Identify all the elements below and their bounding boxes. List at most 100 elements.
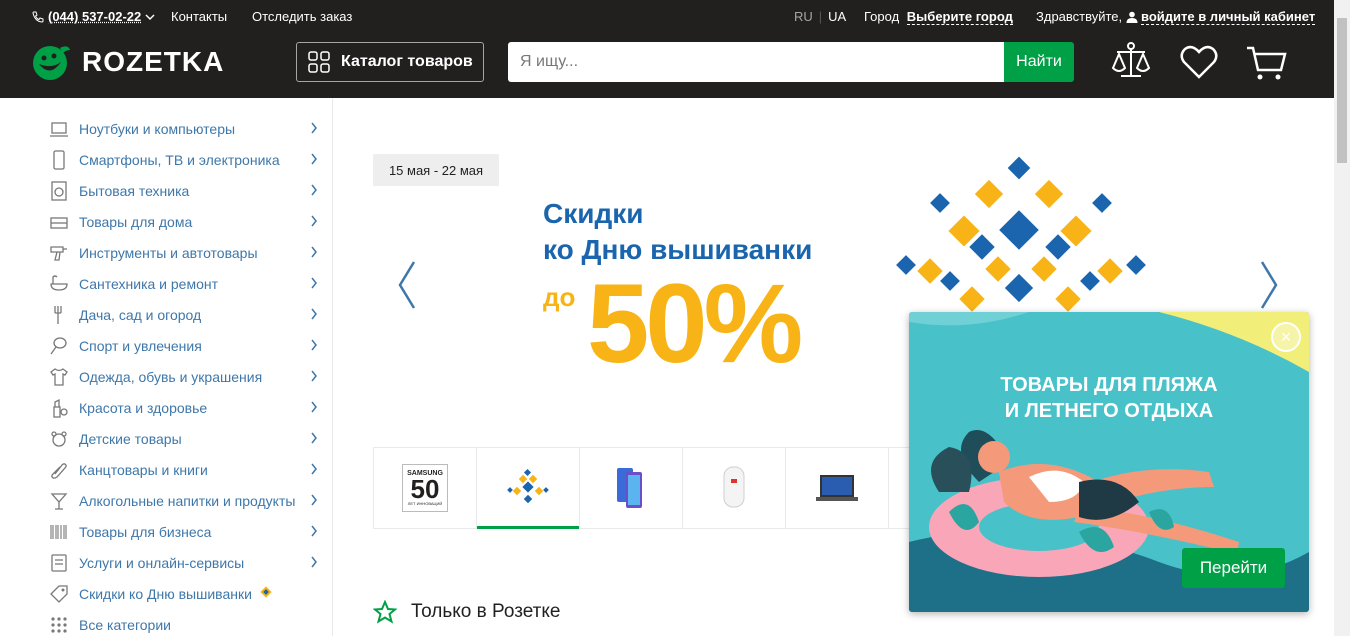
- popup-go-button[interactable]: Перейти: [1182, 548, 1285, 588]
- drill-icon: [48, 242, 70, 264]
- user-icon: [1126, 11, 1138, 23]
- chevron-right-icon: [310, 555, 318, 571]
- sidebar-item[interactable]: Детские товары: [48, 423, 328, 454]
- sidebar-item[interactable]: Смартфоны, ТВ и электроника: [48, 144, 328, 175]
- sidebar-item[interactable]: Одежда, обувь и украшения: [48, 361, 328, 392]
- samsung-50: 50: [410, 474, 440, 504]
- sidebar-item[interactable]: Товары для дома: [48, 206, 328, 237]
- grid-icon: [48, 614, 70, 636]
- contacts-link[interactable]: Контакты: [171, 9, 227, 24]
- thumb-laptop[interactable]: [786, 448, 889, 528]
- popup-title-line1: ТОВАРЫ ДЛЯ ПЛЯЖА: [1000, 374, 1218, 396]
- embroidery-ornament-icon: [896, 156, 1146, 312]
- banner-prev-arrow-icon[interactable]: [396, 260, 418, 310]
- laptop-icon: [48, 118, 70, 140]
- thumb-samsung[interactable]: SAMSUNG 50 ЛЕТ ИННОВАЦИЙ: [374, 448, 477, 528]
- embroidery-badge-icon: [258, 584, 274, 603]
- chevron-right-icon: [310, 400, 318, 416]
- chevron-right-icon: [310, 431, 318, 447]
- cart-icon[interactable]: [1245, 40, 1289, 84]
- sidebar-item-label: Дача, сад и огород: [79, 306, 202, 323]
- laptop-thumb-icon: [816, 475, 858, 501]
- banner-prefix: до: [543, 282, 576, 312]
- phone-icon: [32, 11, 44, 23]
- sidebar-item[interactable]: Бытовая техника: [48, 175, 328, 206]
- sidebar-item[interactable]: Ноутбуки и компьютеры: [48, 113, 328, 144]
- chevron-down-icon: [145, 13, 155, 20]
- sidebar-item-label: Инструменты и автотовары: [79, 244, 258, 261]
- bathtub-icon: [48, 273, 70, 295]
- lang-ru[interactable]: RU: [794, 9, 813, 24]
- rozetka-smile-logo-icon: [33, 46, 70, 80]
- category-sidebar: Ноутбуки и компьютеры Смартфоны, ТВ и эле…: [0, 98, 333, 636]
- sidebar-item-label: Канцтовары и книги: [79, 461, 208, 478]
- banner-title: Скидки ко Дню вышиванки: [543, 196, 812, 268]
- sidebar-item[interactable]: Красота и здоровье: [48, 392, 328, 423]
- only-title: Только в Розетке: [411, 601, 561, 622]
- chevron-right-icon: [310, 462, 318, 478]
- chevron-right-icon: [310, 524, 318, 540]
- only-in-rozetka-section: Только в Розетке: [373, 600, 560, 624]
- scrollbar-thumb[interactable]: [1337, 18, 1347, 163]
- paperclip-icon: [48, 459, 70, 481]
- chevron-right-icon: [310, 276, 318, 292]
- beach-promo-popup[interactable]: ТОВАРЫ ДЛЯ ПЛЯЖА И ЛЕТНЕГО ОТДЫХА × Пере…: [909, 312, 1309, 612]
- sidebar-item[interactable]: Все категории: [48, 609, 328, 640]
- topbar: (044) 537-02-22 Контакты Отследить заказ…: [0, 0, 1334, 32]
- sidebar-item-label: Красота и здоровье: [79, 399, 208, 416]
- banner-next-arrow-icon[interactable]: [1258, 260, 1280, 310]
- header: (044) 537-02-22 Контакты Отследить заказ…: [0, 0, 1334, 98]
- sidebar-item[interactable]: Инструменты и автотовары: [48, 237, 328, 268]
- cosmetics-icon: [48, 397, 70, 419]
- sidebar-item-label: Все категории: [79, 616, 171, 633]
- compare-scales-icon[interactable]: [1109, 40, 1153, 84]
- barcode-icon: [48, 521, 70, 543]
- thumb-phones[interactable]: [580, 448, 683, 528]
- login-link[interactable]: войдите в личный кабинет: [1126, 9, 1316, 25]
- sidebar-item-label: Смартфоны, ТВ и электроника: [79, 151, 280, 168]
- lang-ua[interactable]: UA: [828, 9, 846, 24]
- chevron-right-icon: [310, 369, 318, 385]
- search-input[interactable]: [508, 42, 1004, 82]
- search-button[interactable]: Найти: [1004, 42, 1074, 82]
- heart-wishlist-icon[interactable]: [1177, 40, 1221, 84]
- cocktail-icon: [48, 490, 70, 512]
- popup-close-button[interactable]: ×: [1271, 322, 1301, 352]
- city-select-link[interactable]: Выберите город: [906, 9, 1013, 25]
- sidebar-item[interactable]: Товары для бизнеса: [48, 516, 328, 547]
- banner-percent: 50%: [587, 261, 803, 386]
- catalog-button[interactable]: Каталог товаров: [296, 42, 484, 82]
- banner-title-line1: Скидки: [543, 198, 644, 229]
- sidebar-item[interactable]: Сантехника и ремонт: [48, 268, 328, 299]
- logo-text: ROZETKA: [82, 46, 225, 77]
- sidebar-item[interactable]: Алкогольные напитки и продукты: [48, 485, 328, 516]
- sidebar-item-label: Услуги и онлайн-сервисы: [79, 554, 245, 571]
- track-order-link[interactable]: Отследить заказ: [252, 9, 352, 24]
- grid-icon: [308, 51, 330, 73]
- phone-link[interactable]: (044) 537-02-22: [32, 9, 155, 24]
- sidebar-item-label: Скидки ко Дню вышиванки: [79, 585, 252, 602]
- services-icon: [48, 552, 70, 574]
- sidebar-item[interactable]: Спорт и увлечения: [48, 330, 328, 361]
- sidebar-item[interactable]: Канцтовары и книги: [48, 454, 328, 485]
- rozetka-logo[interactable]: ROZETKA: [30, 42, 224, 82]
- sidebar-item[interactable]: Дача, сад и огород: [48, 299, 328, 330]
- washing-machine-icon: [48, 180, 70, 202]
- city-label: Город: [864, 9, 900, 24]
- furniture-icon: [48, 211, 70, 233]
- thumb-boiler[interactable]: [683, 448, 786, 528]
- garden-fork-icon: [48, 304, 70, 326]
- sidebar-item[interactable]: Услуги и онлайн-сервисы: [48, 547, 328, 578]
- sidebar-item[interactable]: Скидки ко Дню вышиванки: [48, 578, 328, 609]
- samsung-sub: ЛЕТ ИННОВАЦИЙ: [407, 501, 443, 506]
- racket-icon: [48, 335, 70, 357]
- chevron-right-icon: [310, 245, 318, 261]
- smartphones-thumb-icon: [617, 468, 642, 508]
- page-scrollbar[interactable]: [1334, 0, 1350, 636]
- embroidery-thumb-icon: [507, 468, 549, 504]
- thumb-embroidery[interactable]: [477, 448, 580, 529]
- search-bar: Найти: [508, 42, 1074, 82]
- sidebar-item-label: Ноутбуки и компьютеры: [79, 120, 236, 137]
- sidebar-item-label: Товары для дома: [79, 213, 193, 230]
- banner-dates: 15 мая - 22 мая: [373, 154, 499, 186]
